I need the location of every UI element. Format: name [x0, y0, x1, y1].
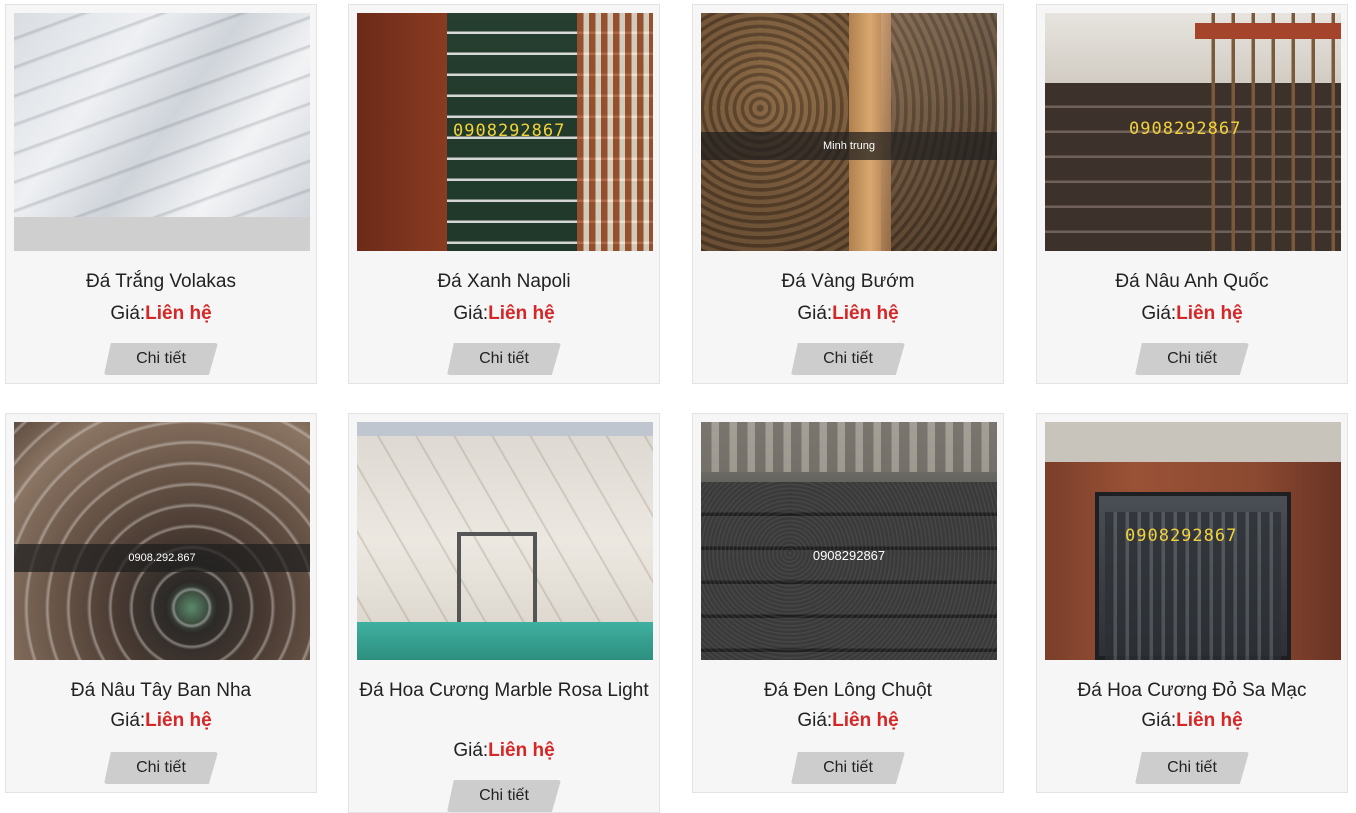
price-value: Liên hệ	[145, 303, 212, 324]
product-name[interactable]: Đá Hoa Cương Marble Rosa Light	[357, 676, 651, 705]
product-price: Giá:Liên hệ	[357, 303, 651, 325]
product-card[interactable]: 0908292867 Đá Xanh Napoli Giá:Liên hệ Ch…	[348, 4, 660, 384]
image-watermark: 0908292867	[453, 121, 566, 141]
price-value: Liên hệ	[145, 710, 212, 731]
image-watermark: 0908.292.867	[14, 544, 310, 572]
price-value: Liên hệ	[1176, 303, 1243, 324]
product-image[interactable]	[357, 422, 653, 660]
product-name[interactable]: Đá Nâu Tây Ban Nha	[14, 676, 308, 705]
product-price: Giá:Liên hệ	[1045, 710, 1339, 732]
detail-button[interactable]: Chi tiết	[447, 780, 561, 812]
product-card[interactable]: 0908.292.867 Đá Nâu Tây Ban Nha Giá:Liên…	[5, 413, 317, 793]
price-label: Giá:	[453, 303, 489, 324]
product-price: Giá:Liên hệ	[357, 740, 651, 762]
price-value: Liên hệ	[1176, 710, 1243, 731]
image-watermark: 0908292867	[1129, 119, 1242, 139]
detail-button[interactable]: Chi tiết	[1135, 752, 1249, 784]
product-price: Giá:Liên hệ	[14, 303, 308, 325]
product-price: Giá:Liên hệ	[701, 303, 995, 325]
price-label: Giá:	[797, 303, 833, 324]
detail-button[interactable]: Chi tiết	[104, 343, 218, 375]
product-price: Giá:Liên hệ	[701, 710, 995, 732]
product-name[interactable]: Đá Xanh Napoli	[357, 267, 651, 296]
price-value: Liên hệ	[832, 710, 899, 731]
product-card[interactable]: 0908292867 Đá Nâu Anh Quốc Giá:Liên hệ C…	[1036, 4, 1348, 384]
price-value: Liên hệ	[832, 303, 899, 324]
product-name[interactable]: Đá Hoa Cương Đỏ Sa Mạc	[1045, 676, 1339, 705]
price-value: Liên hệ	[488, 303, 555, 324]
detail-button[interactable]: Chi tiết	[447, 343, 561, 375]
product-image[interactable]: 0908292867	[357, 13, 653, 251]
price-label: Giá:	[110, 303, 146, 324]
image-watermark: 0908292867	[1125, 526, 1238, 546]
product-card[interactable]: Đá Hoa Cương Marble Rosa Light Giá:Liên …	[348, 413, 660, 813]
product-card[interactable]: 0908292867 Đá Hoa Cương Đỏ Sa Mạc Giá:Li…	[1036, 413, 1348, 793]
product-card[interactable]: 0908292867 Đá Đen Lông Chuột Giá:Liên hệ…	[692, 413, 1004, 793]
image-watermark: Minh trung	[701, 132, 997, 160]
price-value: Liên hệ	[488, 740, 555, 761]
product-image[interactable]: Minh trung	[701, 13, 997, 251]
product-card[interactable]: Đá Trắng Volakas Giá:Liên hệ Chi tiết	[5, 4, 317, 384]
price-label: Giá:	[797, 710, 833, 731]
product-card[interactable]: Minh trung Đá Vàng Bướm Giá:Liên hệ Chi …	[692, 4, 1004, 384]
product-name[interactable]: Đá Nâu Anh Quốc	[1045, 267, 1339, 296]
product-name[interactable]: Đá Trắng Volakas	[14, 267, 308, 296]
detail-button[interactable]: Chi tiết	[104, 752, 218, 784]
product-image[interactable]: 0908292867	[1045, 422, 1341, 660]
product-name[interactable]: Đá Đen Lông Chuột	[701, 676, 995, 705]
product-image[interactable]: 0908.292.867	[14, 422, 310, 660]
product-image[interactable]	[14, 13, 310, 251]
price-label: Giá:	[1141, 303, 1177, 324]
image-watermark: 0908292867	[812, 547, 886, 563]
product-name[interactable]: Đá Vàng Bướm	[701, 267, 995, 296]
product-price: Giá:Liên hệ	[1045, 303, 1339, 325]
detail-button[interactable]: Chi tiết	[791, 752, 905, 784]
price-label: Giá:	[453, 740, 489, 761]
product-image[interactable]: 0908292867	[1045, 13, 1341, 251]
detail-button[interactable]: Chi tiết	[791, 343, 905, 375]
price-label: Giá:	[110, 710, 146, 731]
detail-button[interactable]: Chi tiết	[1135, 343, 1249, 375]
price-label: Giá:	[1141, 710, 1177, 731]
product-image[interactable]: 0908292867	[701, 422, 997, 660]
product-price: Giá:Liên hệ	[14, 710, 308, 732]
